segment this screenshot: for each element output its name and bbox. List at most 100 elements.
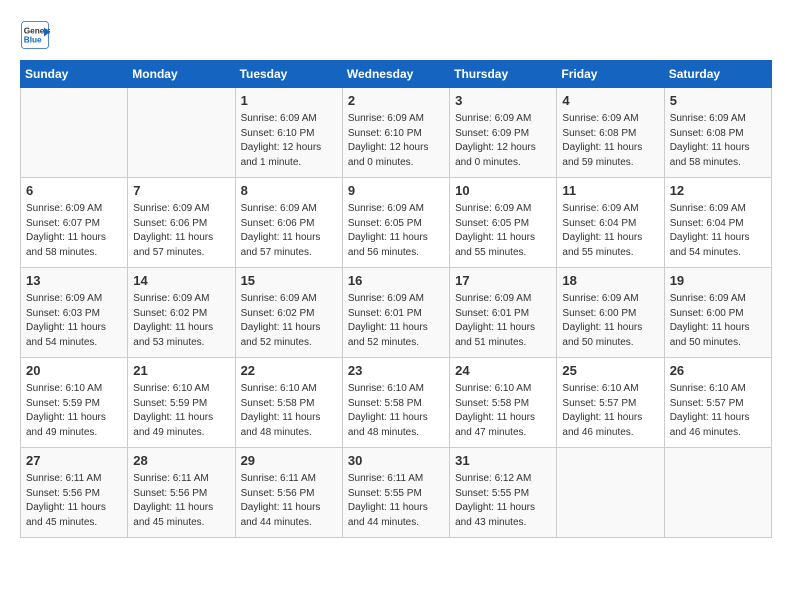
day-info: Sunrise: 6:09 AM Sunset: 6:00 PM Dayligh… [670, 292, 766, 350]
day-cell: 14 Sunrise: 6:09 AM Sunset: 6:02 PM Dayli… [128, 268, 235, 358]
day-number: 17 [455, 272, 551, 290]
day-cell: 12Sunrise: 6:09 AM Sunset: 6:04 PM Dayli… [664, 178, 771, 268]
day-cell: 3Sunrise: 6:09 AM Sunset: 6:09 PM Daylig… [450, 88, 557, 178]
day-info: Sunrise: 6:09 AM Sunset: 6:01 PM Dayligh… [455, 292, 551, 350]
day-number: 13 [26, 272, 122, 290]
day-cell: 9 Sunrise: 6:09 AM Sunset: 6:05 PM Daylig… [342, 178, 449, 268]
header-cell-wednesday: Wednesday [342, 61, 449, 88]
day-number: 8 [241, 182, 337, 200]
day-cell: 2Sunrise: 6:09 AM Sunset: 6:10 PM Daylig… [342, 88, 449, 178]
day-number: 18 [562, 272, 658, 290]
day-number: 31 [455, 452, 551, 470]
day-info: Sunrise: 6:09 AM Sunset: 6:02 PM Dayligh… [241, 292, 337, 350]
day-cell [128, 88, 235, 178]
day-info: Sunrise: 6:09 AM Sunset: 6:08 PM Dayligh… [562, 112, 658, 170]
day-info: Sunrise: 6:09 AM Sunset: 6:00 PM Dayligh… [562, 292, 658, 350]
day-cell: 30 Sunrise: 6:11 AM Sunset: 5:55 PM Dayli… [342, 448, 449, 538]
header-cell-saturday: Saturday [664, 61, 771, 88]
day-cell: 13 Sunrise: 6:09 AM Sunset: 6:03 PM Dayli… [21, 268, 128, 358]
day-info: Sunrise: 6:09 AM Sunset: 6:10 PM Dayligh… [348, 112, 444, 170]
day-info: Sunrise: 6:11 AM Sunset: 5:56 PM Dayligh… [26, 472, 122, 530]
day-number: 26 [670, 362, 766, 380]
day-info: Sunrise: 6:09 AM Sunset: 6:10 PM Dayligh… [241, 112, 337, 170]
header-row: SundayMondayTuesdayWednesdayThursdayFrid… [21, 61, 772, 88]
day-info: Sunrise: 6:09 AM Sunset: 6:03 PM Dayligh… [26, 292, 122, 350]
day-number: 14 [133, 272, 229, 290]
day-cell: 20 Sunrise: 6:10 AM Sunset: 5:59 PM Dayli… [21, 358, 128, 448]
day-number: 24 [455, 362, 551, 380]
day-cell: 31 Sunrise: 6:12 AM Sunset: 5:55 PM Dayli… [450, 448, 557, 538]
day-info: Sunrise: 6:09 AM Sunset: 6:08 PM Dayligh… [670, 112, 766, 170]
day-info: Sunrise: 6:09 AM Sunset: 6:05 PM Dayligh… [455, 202, 551, 260]
day-number: 25 [562, 362, 658, 380]
day-cell: 11Sunrise: 6:09 AM Sunset: 6:04 PM Dayli… [557, 178, 664, 268]
day-cell: 5Sunrise: 6:09 AM Sunset: 6:08 PM Daylig… [664, 88, 771, 178]
day-cell: 1 Sunrise: 6:09 AM Sunset: 6:10 PM Daylig… [235, 88, 342, 178]
day-cell [664, 448, 771, 538]
header-cell-monday: Monday [128, 61, 235, 88]
day-info: Sunrise: 6:10 AM Sunset: 5:59 PM Dayligh… [26, 382, 122, 440]
day-cell: 19 Sunrise: 6:09 AM Sunset: 6:00 PM Dayli… [664, 268, 771, 358]
day-number: 15 [241, 272, 337, 290]
day-number: 12 [670, 182, 766, 200]
day-info: Sunrise: 6:12 AM Sunset: 5:55 PM Dayligh… [455, 472, 551, 530]
day-info: Sunrise: 6:09 AM Sunset: 6:06 PM Dayligh… [241, 202, 337, 260]
day-number: 27 [26, 452, 122, 470]
day-number: 20 [26, 362, 122, 380]
day-number: 21 [133, 362, 229, 380]
day-number: 19 [670, 272, 766, 290]
day-cell: 7Sunrise: 6:09 AM Sunset: 6:06 PM Daylig… [128, 178, 235, 268]
day-info: Sunrise: 6:10 AM Sunset: 5:57 PM Dayligh… [562, 382, 658, 440]
day-info: Sunrise: 6:11 AM Sunset: 5:55 PM Dayligh… [348, 472, 444, 530]
day-info: Sunrise: 6:10 AM Sunset: 5:58 PM Dayligh… [241, 382, 337, 440]
header-cell-sunday: Sunday [21, 61, 128, 88]
day-number: 22 [241, 362, 337, 380]
header-cell-tuesday: Tuesday [235, 61, 342, 88]
day-cell: 22 Sunrise: 6:10 AM Sunset: 5:58 PM Dayli… [235, 358, 342, 448]
day-info: Sunrise: 6:10 AM Sunset: 5:58 PM Dayligh… [455, 382, 551, 440]
day-cell: 4 Sunrise: 6:09 AM Sunset: 6:08 PM Daylig… [557, 88, 664, 178]
day-number: 28 [133, 452, 229, 470]
day-number: 4 [562, 92, 658, 110]
logo: General Blue [20, 20, 54, 50]
day-number: 23 [348, 362, 444, 380]
day-cell: 26 Sunrise: 6:10 AM Sunset: 5:57 PM Dayli… [664, 358, 771, 448]
day-info: Sunrise: 6:09 AM Sunset: 6:06 PM Dayligh… [133, 202, 229, 260]
day-info: Sunrise: 6:09 AM Sunset: 6:01 PM Dayligh… [348, 292, 444, 350]
day-info: Sunrise: 6:10 AM Sunset: 5:59 PM Dayligh… [133, 382, 229, 440]
day-number: 9 [348, 182, 444, 200]
day-info: Sunrise: 6:09 AM Sunset: 6:04 PM Dayligh… [562, 202, 658, 260]
day-cell: 15 Sunrise: 6:09 AM Sunset: 6:02 PM Dayli… [235, 268, 342, 358]
day-info: Sunrise: 6:09 AM Sunset: 6:05 PM Dayligh… [348, 202, 444, 260]
day-cell: 29Sunrise: 6:11 AM Sunset: 5:56 PM Dayli… [235, 448, 342, 538]
day-info: Sunrise: 6:09 AM Sunset: 6:07 PM Dayligh… [26, 202, 122, 260]
day-cell [557, 448, 664, 538]
day-info: Sunrise: 6:11 AM Sunset: 5:56 PM Dayligh… [133, 472, 229, 530]
svg-text:Blue: Blue [24, 36, 42, 45]
calendar-header: SundayMondayTuesdayWednesdayThursdayFrid… [21, 61, 772, 88]
day-info: Sunrise: 6:10 AM Sunset: 5:57 PM Dayligh… [670, 382, 766, 440]
day-cell: 21 Sunrise: 6:10 AM Sunset: 5:59 PM Dayli… [128, 358, 235, 448]
day-cell: 24 Sunrise: 6:10 AM Sunset: 5:58 PM Dayli… [450, 358, 557, 448]
day-number: 1 [241, 92, 337, 110]
week-row-1: 1 Sunrise: 6:09 AM Sunset: 6:10 PM Daylig… [21, 88, 772, 178]
day-cell: 10Sunrise: 6:09 AM Sunset: 6:05 PM Dayli… [450, 178, 557, 268]
header-cell-friday: Friday [557, 61, 664, 88]
day-cell: 8 Sunrise: 6:09 AM Sunset: 6:06 PM Daylig… [235, 178, 342, 268]
day-number: 3 [455, 92, 551, 110]
day-cell: 28 Sunrise: 6:11 AM Sunset: 5:56 PM Dayli… [128, 448, 235, 538]
day-cell: 17 Sunrise: 6:09 AM Sunset: 6:01 PM Dayli… [450, 268, 557, 358]
week-row-3: 13 Sunrise: 6:09 AM Sunset: 6:03 PM Dayli… [21, 268, 772, 358]
day-cell: 6 Sunrise: 6:09 AM Sunset: 6:07 PM Daylig… [21, 178, 128, 268]
header-cell-thursday: Thursday [450, 61, 557, 88]
day-info: Sunrise: 6:09 AM Sunset: 6:02 PM Dayligh… [133, 292, 229, 350]
day-cell: 25 Sunrise: 6:10 AM Sunset: 5:57 PM Dayli… [557, 358, 664, 448]
day-info: Sunrise: 6:10 AM Sunset: 5:58 PM Dayligh… [348, 382, 444, 440]
day-cell [21, 88, 128, 178]
calendar-table: SundayMondayTuesdayWednesdayThursdayFrid… [20, 60, 772, 538]
day-number: 6 [26, 182, 122, 200]
logo-icon: General Blue [20, 20, 50, 50]
day-number: 16 [348, 272, 444, 290]
day-number: 30 [348, 452, 444, 470]
day-cell: 16 Sunrise: 6:09 AM Sunset: 6:01 PM Dayli… [342, 268, 449, 358]
